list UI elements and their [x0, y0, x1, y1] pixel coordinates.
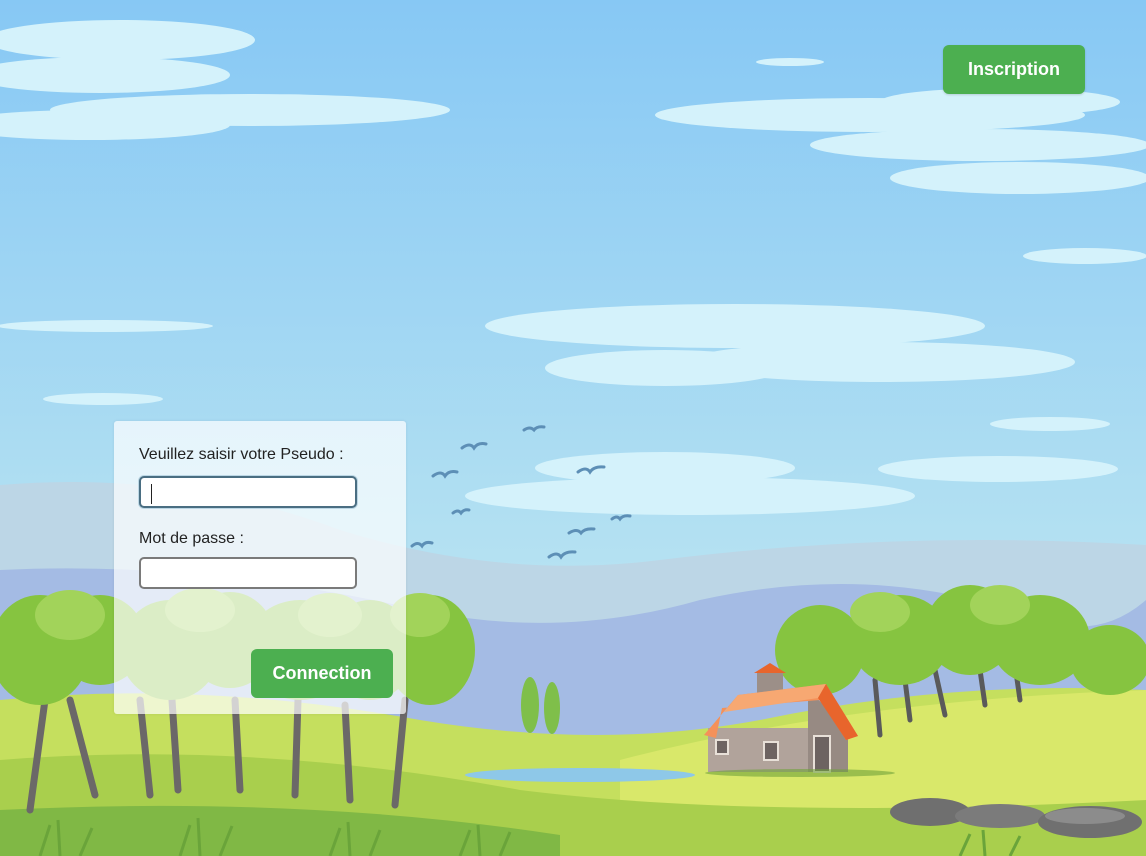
login-card: Veuillez saisir votre Pseudo : Mot de pa…	[114, 421, 406, 714]
password-input[interactable]	[139, 557, 357, 589]
username-input[interactable]	[139, 476, 357, 508]
username-label: Veuillez saisir votre Pseudo :	[139, 446, 344, 463]
signup-button[interactable]: Inscription	[943, 45, 1085, 94]
text-caret	[151, 484, 152, 504]
pond	[465, 768, 695, 782]
login-button[interactable]: Connection	[251, 649, 393, 698]
password-label: Mot de passe :	[139, 530, 244, 547]
